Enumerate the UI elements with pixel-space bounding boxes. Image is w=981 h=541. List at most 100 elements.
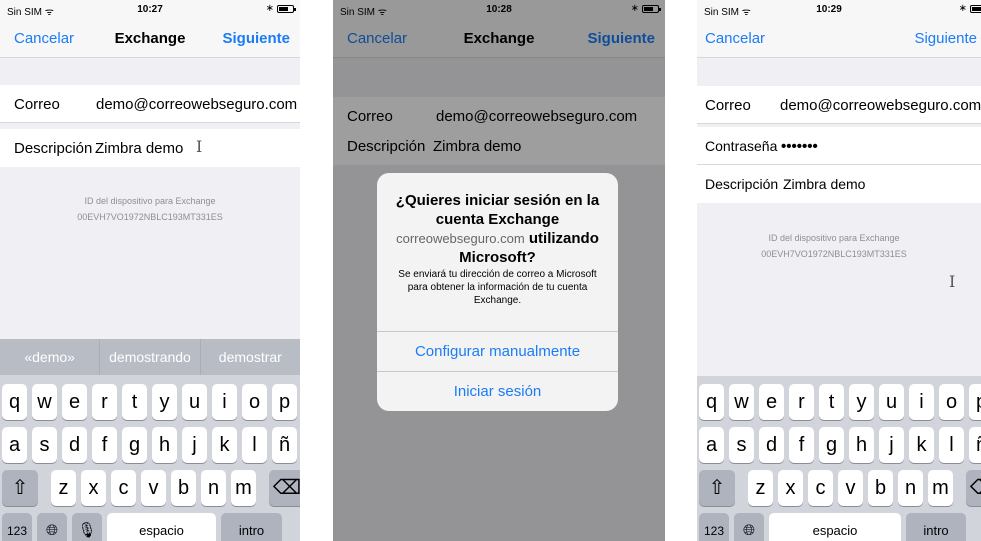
- manual-setup-button[interactable]: Configurar manualmente: [377, 331, 618, 371]
- key-letter[interactable]: n: [898, 470, 923, 506]
- email-row[interactable]: Correo demo@correowebseguro.com: [697, 86, 981, 124]
- key-letter[interactable]: p: [272, 384, 297, 420]
- key-letter[interactable]: w: [32, 384, 57, 420]
- backspace-key[interactable]: ⌫: [966, 470, 981, 506]
- key-letter[interactable]: t: [122, 384, 147, 420]
- suggestion-item[interactable]: demostrando: [100, 339, 201, 375]
- key-letter[interactable]: m: [928, 470, 953, 506]
- space-key[interactable]: espacio: [769, 513, 901, 541]
- clock: 10:27: [137, 4, 163, 15]
- key-letter[interactable]: v: [141, 470, 166, 506]
- suggestion-item[interactable]: demostrar: [201, 339, 300, 375]
- suggestion-item[interactable]: «demo»: [0, 339, 101, 375]
- key-letter[interactable]: a: [2, 427, 27, 463]
- nav-bar: Cancelar Exchange Siguiente: [0, 18, 300, 58]
- next-button[interactable]: Siguiente: [914, 30, 977, 47]
- return-key[interactable]: intro: [906, 513, 966, 541]
- key-letter[interactable]: l: [242, 427, 267, 463]
- alert-title-line: Microsoft?: [459, 249, 536, 266]
- email-field[interactable]: demo@correowebseguro.com: [780, 97, 981, 114]
- key-letter[interactable]: g: [819, 427, 844, 463]
- cancel-button[interactable]: Cancelar: [705, 30, 765, 47]
- alert-title-line: ¿Quieres iniciar sesión en la: [395, 192, 600, 209]
- key-letter[interactable]: v: [838, 470, 863, 506]
- signin-button[interactable]: Iniciar sesión: [377, 371, 618, 411]
- space-key[interactable]: espacio: [107, 513, 216, 541]
- alert-title: ¿Quieres iniciar sesión en la cuenta Exc…: [387, 191, 608, 267]
- key-letter[interactable]: r: [789, 384, 814, 420]
- key-letter[interactable]: k: [212, 427, 237, 463]
- shift-key[interactable]: ⇧: [699, 470, 735, 506]
- key-letter[interactable]: d: [759, 427, 784, 463]
- key-letter[interactable]: h: [152, 427, 177, 463]
- key-letter[interactable]: y: [849, 384, 874, 420]
- key-letter[interactable]: b: [171, 470, 196, 506]
- battery-icon: [970, 5, 981, 13]
- microphone-icon[interactable]: 🎙︎: [72, 513, 102, 541]
- suggestion-bar: «demo» demostrando demostrar: [0, 339, 300, 375]
- key-letter[interactable]: o: [939, 384, 964, 420]
- key-letter[interactable]: f: [92, 427, 117, 463]
- key-letter[interactable]: f: [789, 427, 814, 463]
- key-letter[interactable]: q: [2, 384, 27, 420]
- status-bar: Sin SIM ᯤ 10:27 ∗: [0, 0, 300, 18]
- key-letter[interactable]: ñ: [969, 427, 981, 463]
- key-letter[interactable]: z: [748, 470, 773, 506]
- keyboard: «demo» demostrando demostrar qwertyuiop a…: [0, 339, 300, 541]
- key-letter[interactable]: c: [111, 470, 136, 506]
- description-field[interactable]: Zimbra demo: [783, 176, 865, 192]
- key-letter[interactable]: m: [231, 470, 256, 506]
- key-letter[interactable]: e: [62, 384, 87, 420]
- key-letter[interactable]: c: [808, 470, 833, 506]
- device-id-value: 00EVH7VO1972NBLC193MT331ES: [761, 249, 907, 259]
- password-field[interactable]: •••••••: [781, 138, 818, 155]
- key-letter[interactable]: x: [778, 470, 803, 506]
- globe-icon[interactable]: 🌐︎: [734, 513, 764, 541]
- key-letter[interactable]: b: [868, 470, 893, 506]
- next-button[interactable]: Siguiente: [222, 30, 290, 47]
- key-letter[interactable]: y: [152, 384, 177, 420]
- shift-key[interactable]: ⇧: [2, 470, 38, 506]
- key-letter[interactable]: q: [699, 384, 724, 420]
- key-letter[interactable]: s: [729, 427, 754, 463]
- description-field[interactable]: Zimbra demo: [95, 140, 183, 157]
- key-letter[interactable]: ñ: [272, 427, 297, 463]
- key-letter[interactable]: n: [201, 470, 226, 506]
- description-row[interactable]: Descripción Zimbra demo: [697, 165, 981, 203]
- password-label: Contraseña: [705, 138, 778, 154]
- key-letter[interactable]: i: [212, 384, 237, 420]
- key-letter[interactable]: t: [819, 384, 844, 420]
- key-letter[interactable]: p: [969, 384, 981, 420]
- globe-icon[interactable]: 🌐︎: [37, 513, 67, 541]
- email-field[interactable]: demo@correowebseguro.com: [96, 96, 297, 113]
- description-row[interactable]: Descripción Zimbra demo I: [0, 129, 300, 167]
- key-letter[interactable]: h: [849, 427, 874, 463]
- key-letter[interactable]: r: [92, 384, 117, 420]
- alert-title-line: cuenta Exchange: [435, 211, 560, 228]
- backspace-key[interactable]: ⌫: [269, 470, 300, 506]
- key-letter[interactable]: e: [759, 384, 784, 420]
- return-key[interactable]: intro: [221, 513, 282, 541]
- device-id-label: ID del dispositivo para Exchange: [768, 233, 900, 243]
- nav-bar: Cancelar Siguiente: [697, 18, 981, 58]
- key-letter[interactable]: u: [182, 384, 207, 420]
- key-letter[interactable]: a: [699, 427, 724, 463]
- email-label: Correo: [14, 96, 60, 113]
- key-letter[interactable]: l: [939, 427, 964, 463]
- key-letter[interactable]: j: [879, 427, 904, 463]
- key-letter[interactable]: k: [909, 427, 934, 463]
- key-letter[interactable]: s: [32, 427, 57, 463]
- key-letter[interactable]: o: [242, 384, 267, 420]
- key-letter[interactable]: j: [182, 427, 207, 463]
- numbers-key[interactable]: 123: [699, 513, 729, 541]
- key-letter[interactable]: z: [51, 470, 76, 506]
- password-row[interactable]: Contraseña •••••••: [697, 127, 981, 165]
- key-letter[interactable]: x: [81, 470, 106, 506]
- key-letter[interactable]: w: [729, 384, 754, 420]
- key-letter[interactable]: i: [909, 384, 934, 420]
- key-letter[interactable]: u: [879, 384, 904, 420]
- key-letter[interactable]: d: [62, 427, 87, 463]
- email-row[interactable]: Correo demo@correowebseguro.com: [0, 85, 300, 123]
- numbers-key[interactable]: 123: [2, 513, 32, 541]
- key-letter[interactable]: g: [122, 427, 147, 463]
